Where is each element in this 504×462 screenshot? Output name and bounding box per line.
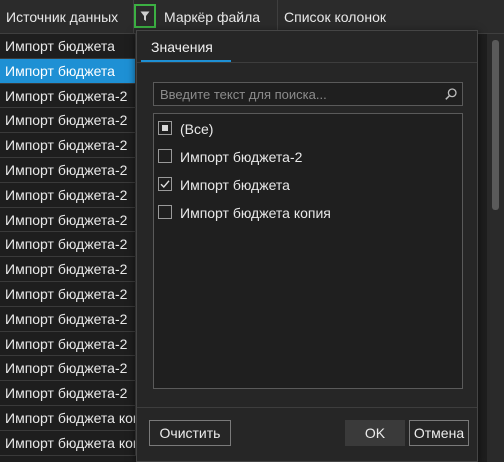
- scrollbar-thumb[interactable]: [492, 40, 499, 210]
- filter-icon: [140, 11, 150, 21]
- filter-value-label: Импорт бюджета копия: [180, 205, 331, 221]
- filter-search-box: [153, 82, 463, 106]
- filter-value-item[interactable]: Импорт бюджета копия: [154, 200, 462, 226]
- cancel-button[interactable]: Отмена: [409, 420, 469, 446]
- filter-value-label: Импорт бюджета-2: [180, 149, 303, 165]
- checkmark-icon: [160, 180, 170, 189]
- table-row[interactable]: Импорт бюджета: [0, 58, 136, 84]
- table-row[interactable]: Импорт бюджета-2: [0, 207, 136, 233]
- grid-rows: Импорт бюджета Импорт бюджета Импорт бюдже…: [0, 34, 136, 456]
- filter-value-item[interactable]: (Все): [154, 116, 462, 142]
- clear-button[interactable]: Очистить: [149, 420, 231, 446]
- filter-value-label: Импорт бюджета: [180, 177, 290, 193]
- filter-value-checkbox[interactable]: [158, 205, 172, 219]
- filter-search-input[interactable]: [154, 83, 440, 105]
- column-header-file-marker[interactable]: Маркёр файла: [158, 0, 278, 34]
- table-row[interactable]: Импорт бюджета-2: [0, 133, 136, 158]
- active-tab-indicator: [141, 60, 231, 62]
- table-row[interactable]: Импорт бюджета-2: [0, 232, 136, 258]
- table-row[interactable]: Импорт бюджета-2: [0, 257, 136, 282]
- filter-value-checkbox[interactable]: [158, 121, 172, 135]
- column-filter-button[interactable]: [134, 4, 156, 28]
- filter-popup: Значения (Все) Импорт бюджета-2 Импорт бюд…: [136, 30, 478, 462]
- table-row[interactable]: Импорт бюджета-2: [0, 108, 136, 134]
- grid-vertical-scrollbar[interactable]: [487, 34, 504, 462]
- table-row[interactable]: Импорт бюджета-2: [0, 157, 136, 183]
- table-row[interactable]: Импорт бюджета-2: [0, 182, 136, 208]
- table-row[interactable]: Импорт бюджета копия: [0, 405, 136, 431]
- table-row[interactable]: Импорт бюджета-2: [0, 83, 136, 109]
- grid-header: Источник данных Маркёр файла Список коло…: [0, 0, 504, 34]
- filter-value-checkbox[interactable]: [158, 177, 172, 191]
- table-row[interactable]: Импорт бюджета копия: [0, 430, 136, 456]
- table-row[interactable]: Импорт бюджета-2: [0, 356, 136, 382]
- tab-values[interactable]: Значения: [145, 31, 219, 63]
- indeterminate-mark: [162, 125, 168, 131]
- column-header-data-source[interactable]: Источник данных: [0, 0, 134, 34]
- footer-divider: [137, 407, 477, 408]
- filter-value-list: (Все) Импорт бюджета-2 Импорт бюджета Импор…: [153, 113, 463, 389]
- filter-tabbar: Значения: [137, 31, 477, 63]
- table-row[interactable]: Импорт бюджета: [0, 34, 136, 59]
- table-row[interactable]: Импорт бюджета-2: [0, 281, 136, 307]
- table-row[interactable]: Импорт бюджета-2: [0, 331, 136, 357]
- filter-value-item[interactable]: Импорт бюджета: [154, 172, 462, 198]
- ok-button[interactable]: OK: [345, 420, 405, 446]
- filter-value-checkbox[interactable]: [158, 149, 172, 163]
- filter-value-item[interactable]: Импорт бюджета-2: [154, 144, 462, 170]
- search-icon: [445, 88, 457, 100]
- table-row[interactable]: Импорт бюджета-2: [0, 306, 136, 332]
- table-row[interactable]: Импорт бюджета-2: [0, 381, 136, 406]
- column-header-column-list[interactable]: Список колонок: [278, 0, 504, 34]
- filter-value-label: (Все): [180, 121, 214, 137]
